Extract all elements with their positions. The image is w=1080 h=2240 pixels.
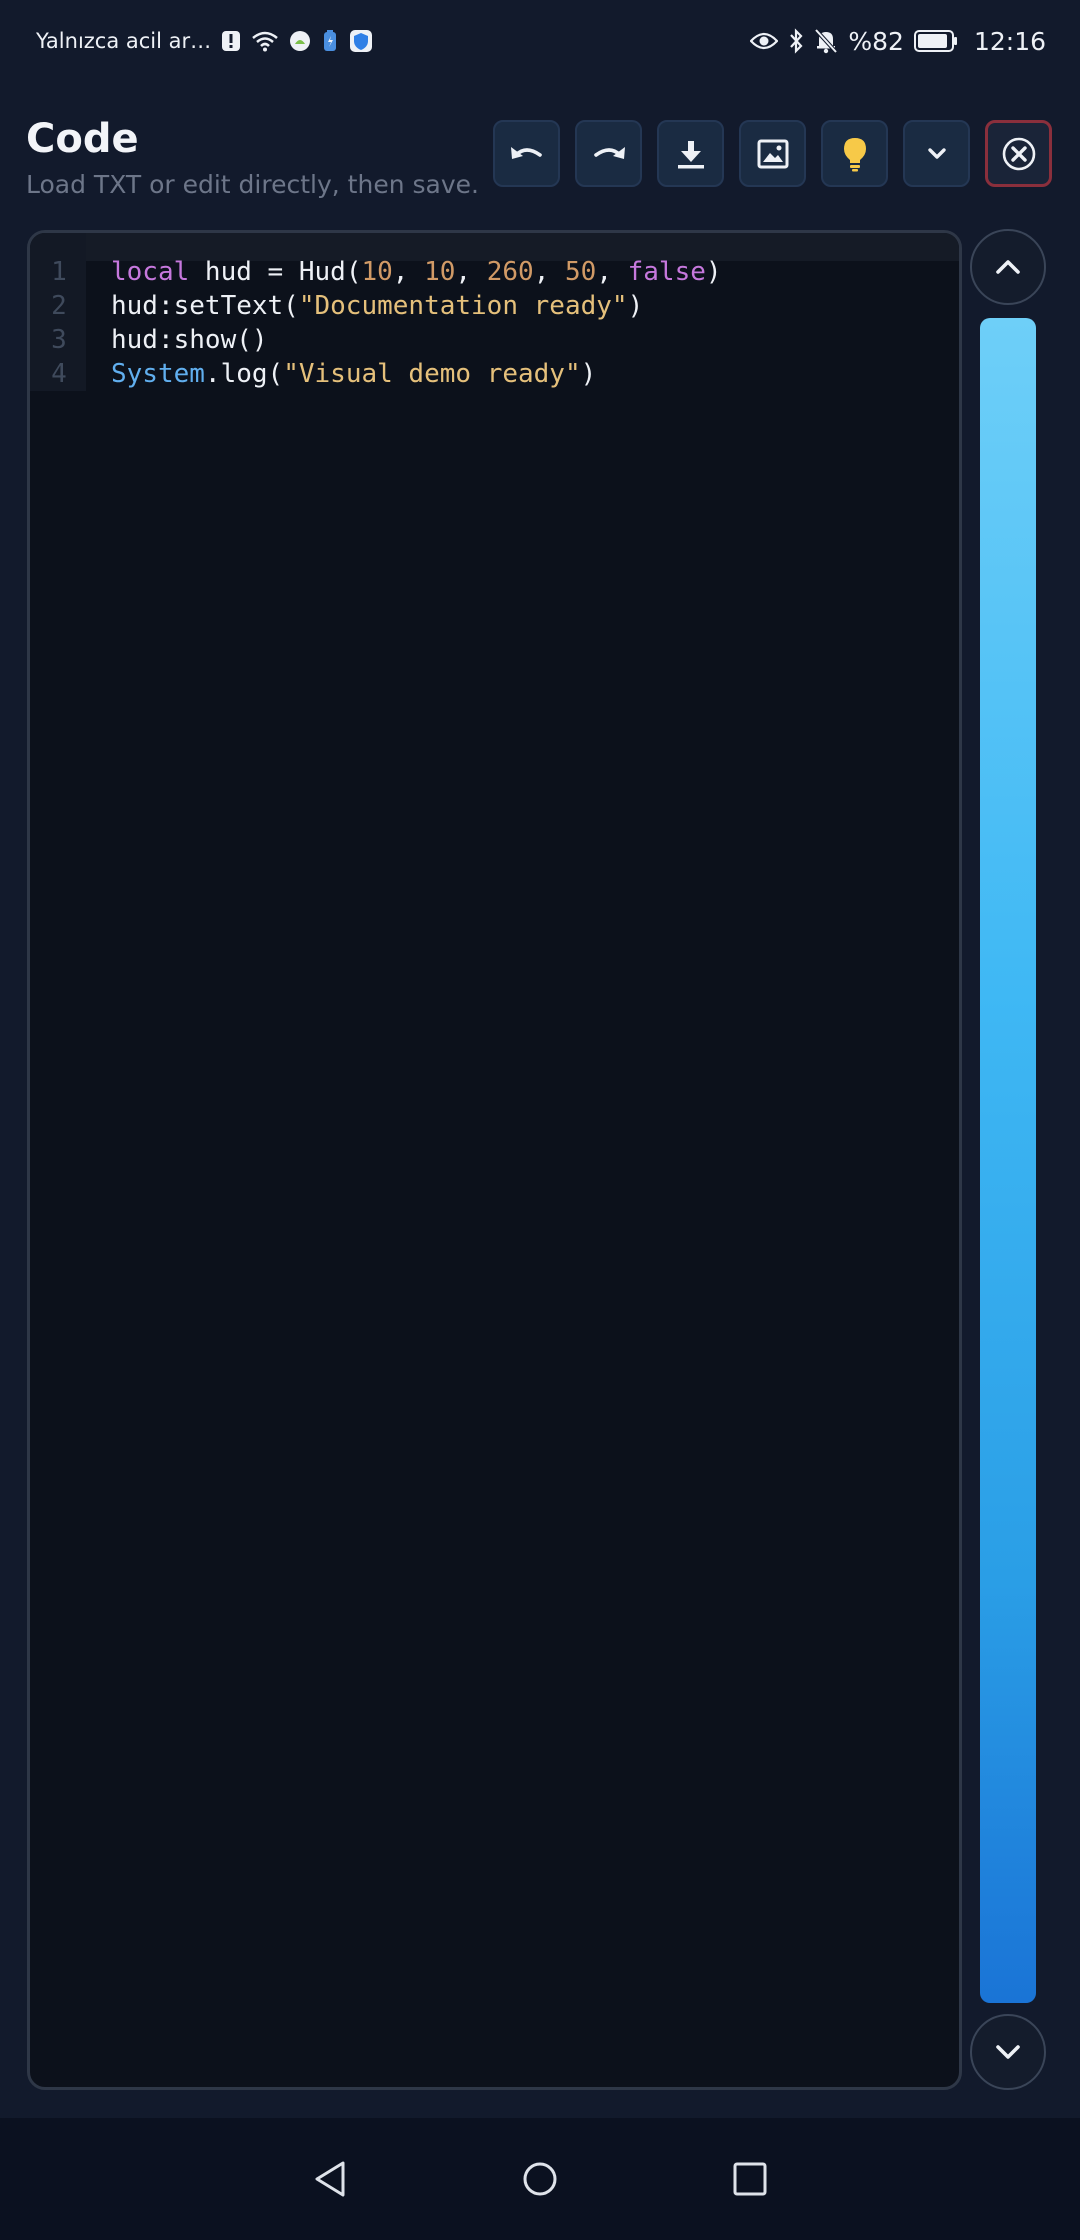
code-token: ): [705, 257, 722, 287]
code-text[interactable]: System.log("Visual demo ready"): [86, 357, 596, 391]
code-token: local: [111, 257, 190, 287]
image-button[interactable]: [739, 120, 806, 187]
code-token: 10: [424, 257, 456, 287]
hint-button[interactable]: [821, 120, 888, 187]
code-text[interactable]: hud:show(): [86, 323, 268, 357]
more-button[interactable]: [903, 120, 970, 187]
download-button[interactable]: [657, 120, 724, 187]
scrollbar-track[interactable]: [980, 318, 1036, 2003]
line-number: 1: [51, 257, 67, 287]
code-token: ,: [596, 257, 628, 287]
code-token: .log(: [204, 359, 284, 389]
code-token: "Documentation ready": [298, 291, 628, 321]
carrier-text: Yalnızca acil ar…: [36, 29, 212, 53]
code-token: false: [627, 257, 706, 287]
undo-icon: [510, 146, 542, 159]
code-token: hud = Hud(: [189, 257, 362, 287]
alert-icon: [221, 30, 241, 52]
code-token: ,: [455, 257, 487, 287]
recents-icon: [733, 2162, 767, 2196]
code-token: 260: [486, 257, 534, 287]
redo-icon: [593, 146, 625, 159]
system-nav-bar: [0, 2118, 1080, 2240]
chevron-down-icon: [927, 147, 946, 159]
code-token: ,: [392, 257, 425, 287]
clock: 12:16: [973, 26, 1046, 56]
close-button[interactable]: [985, 120, 1052, 187]
status-bar-right: %82 12:16: [750, 27, 1046, 56]
scroll-down-button[interactable]: [970, 2014, 1046, 2090]
code-token: hud:setText(: [111, 291, 299, 321]
status-bar-left: Yalnızca acil ar…: [36, 29, 373, 53]
battery-icon: [913, 29, 958, 53]
line-number: 2: [51, 291, 67, 321]
home-button[interactable]: [510, 2149, 570, 2209]
toolbar: [493, 120, 1052, 187]
page-title: Code: [26, 116, 139, 162]
code-line[interactable]: 2 hud:setText("Documentation ready"): [30, 289, 959, 323]
line-number: 3: [51, 325, 67, 355]
code-editor[interactable]: 1 local hud = Hud(10, 10, 260, 50, false)…: [27, 230, 962, 2090]
image-icon: [757, 139, 788, 168]
download-icon: [677, 140, 704, 168]
code-token: 10: [361, 257, 393, 287]
undo-button[interactable]: [493, 120, 560, 187]
code-token: ,: [533, 257, 565, 287]
page-subtitle: Load TXT or edit directly, then save.: [26, 170, 479, 199]
code-text[interactable]: hud:setText("Documentation ready"): [86, 289, 643, 323]
code-text[interactable]: local hud = Hud(10, 10, 260, 50, false): [86, 255, 722, 289]
code-token: hud:show(): [111, 325, 268, 355]
code-token: System: [111, 359, 205, 389]
code-content[interactable]: 1 local hud = Hud(10, 10, 260, 50, false)…: [30, 255, 959, 391]
recents-button[interactable]: [720, 2149, 780, 2209]
code-token: ): [627, 291, 644, 321]
bell-muted-icon: [814, 28, 838, 54]
android-app-icon: [289, 30, 311, 52]
redo-button[interactable]: [575, 120, 642, 187]
shield-app-icon: [349, 29, 373, 53]
scroll-up-button[interactable]: [970, 229, 1046, 305]
back-button[interactable]: [300, 2149, 360, 2209]
header: Code Load TXT or edit directly, then sav…: [0, 100, 1080, 210]
code-line[interactable]: 4 System.log("Visual demo ready"): [30, 357, 959, 391]
battery-saver-icon: [321, 29, 339, 53]
home-icon: [523, 2162, 557, 2196]
battery-percent: %82: [848, 26, 904, 56]
code-line[interactable]: 3 hud:show(): [30, 323, 959, 357]
code-token: "Visual demo ready": [283, 359, 581, 389]
line-number: 4: [51, 359, 67, 389]
back-icon: [315, 2161, 345, 2197]
chevron-up-icon: [996, 260, 1020, 274]
code-token: 50: [565, 257, 597, 287]
status-bar: Yalnızca acil ar… %82 12:16: [0, 0, 1080, 82]
code-line[interactable]: 1 local hud = Hud(10, 10, 260, 50, false): [30, 255, 959, 289]
eye-icon: [750, 31, 779, 51]
chevron-down-icon: [996, 2045, 1020, 2059]
close-icon: [1002, 137, 1035, 170]
wifi-icon: [251, 30, 279, 52]
code-token: ): [580, 359, 597, 389]
bluetooth-icon: [788, 28, 804, 54]
lightbulb-icon: [843, 137, 866, 171]
